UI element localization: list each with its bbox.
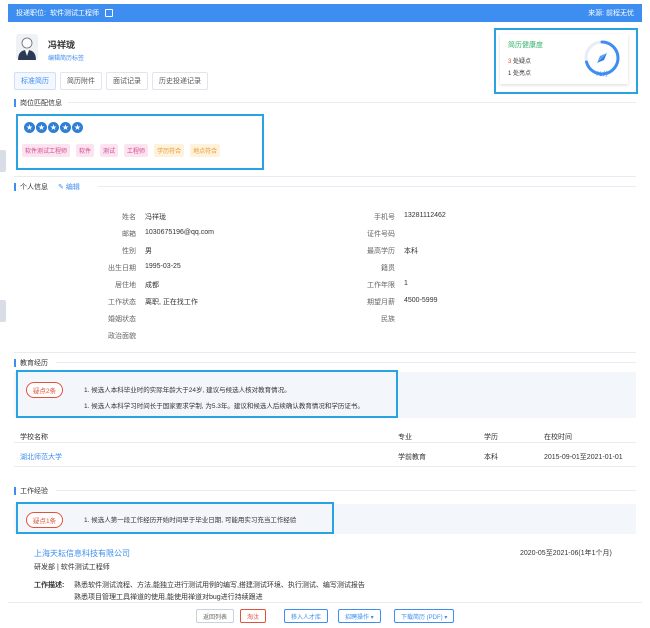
match-tags: 软件测试工程师 软件 测试 工程师 学历符合 地点符合 <box>22 144 221 157</box>
rating-stars: ★ ★ ★ ★ ★ <box>24 122 83 133</box>
health-panel: 简历健康度 3 处疑点 1 处亮点 71分 <box>494 28 638 94</box>
info-value: 成都 <box>145 282 159 289</box>
recruit-action-dropdown[interactable]: 招聘操作 ▾ <box>338 609 381 623</box>
star-icon: ★ <box>24 122 35 133</box>
source-label: 来源: 前程无忧 <box>588 10 634 17</box>
star-icon: ★ <box>72 122 83 133</box>
doubt-count: 3 处疑点 <box>508 59 532 65</box>
resume-tabs: 标准简历 简历附件 面试记录 历史投递记录 <box>14 72 208 90</box>
match-tag: 测试 <box>100 144 119 157</box>
info-label: 政治面貌 <box>108 333 136 340</box>
header-school: 学校名称 <box>20 434 48 441</box>
back-to-list-button[interactable]: 返回列表 <box>196 609 235 623</box>
degree-value: 本科 <box>484 454 498 461</box>
time-value: 2015-09-01至2021-01-01 <box>544 454 623 461</box>
info-value: 冯祥珑 <box>145 214 166 221</box>
personal-section-title: 个人信息 <box>14 182 48 192</box>
header-time: 在校时间 <box>544 434 572 441</box>
info-value: 1030675196@qq.com <box>145 229 214 236</box>
side-handle[interactable] <box>0 300 6 322</box>
info-value: 4500-5999 <box>404 297 438 304</box>
resume-page: 冯祥珑 编辑简历标签 标准简历 简历附件 面试记录 历史投递记录 简历健康度 3… <box>8 22 642 628</box>
company-link[interactable]: 上海天耘信息科技有限公司 <box>34 548 130 559</box>
health-title: 简历健康度 <box>508 42 543 49</box>
position-value: 软件测试工程师 <box>49 10 99 17</box>
work-doubt-1: 1. 候选人第一段工作经历开始时间早于毕业日期, 可能用实习充当工作经验 <box>84 517 297 524</box>
health-score: 71分 <box>596 70 609 78</box>
info-label: 籍贯 <box>381 265 395 272</box>
info-label: 出生日期 <box>108 265 136 272</box>
header-major: 专业 <box>398 434 412 441</box>
info-value: 离职, 正在找工作 <box>145 299 198 306</box>
tab-history[interactable]: 历史投递记录 <box>152 72 208 90</box>
edit-personal-button[interactable]: ✎ 编辑 <box>58 182 80 192</box>
work-period: 2020-05至2021-06(1年1个月) <box>520 550 612 557</box>
info-value: 1995-03-25 <box>145 263 181 270</box>
star-icon: ★ <box>60 122 71 133</box>
avatar <box>16 34 38 60</box>
info-value: 男 <box>145 248 152 255</box>
school-link[interactable]: 湖北师范大学 <box>20 452 62 462</box>
major-value: 学前教育 <box>398 454 426 461</box>
pencil-icon: ✎ <box>58 184 64 191</box>
match-box: ★ ★ ★ ★ ★ 软件测试工程师 软件 测试 工程师 学历符合 地点符合 <box>16 114 264 170</box>
bright-count: 1 处亮点 <box>508 71 532 77</box>
info-label: 工作状态 <box>108 299 136 306</box>
eliminate-button[interactable]: 淘汰 <box>240 609 267 623</box>
tab-interviews[interactable]: 面试记录 <box>106 72 148 90</box>
info-label: 最高学历 <box>367 248 395 255</box>
side-handle[interactable] <box>0 150 6 172</box>
education-doubt-2: 1. 候选人本科学习时间长于国家要求学制, 为5.3年。建议和候选人后续确认教育… <box>84 403 364 410</box>
position-label: 投递职位: <box>16 10 46 17</box>
info-label: 姓名 <box>122 214 136 221</box>
education-doubt-box: 疑点2条 1. 候选人本科毕业时的实际年龄大于24岁, 建议与候选人核对教育情况… <box>16 370 398 418</box>
tab-standard-resume[interactable]: 标准简历 <box>14 72 56 90</box>
header-degree: 学历 <box>484 434 498 441</box>
info-value: 本科 <box>404 248 418 255</box>
info-label: 证件号码 <box>367 231 395 238</box>
work-section-title: 工作经验 <box>14 486 48 496</box>
edit-icon[interactable] <box>104 9 113 17</box>
info-label: 婚姻状态 <box>108 316 136 323</box>
info-label: 居住地 <box>115 282 136 289</box>
top-bar: 投递职位: 软件测试工程师 来源: 前程无忧 <box>8 4 642 22</box>
education-doubt-pill: 疑点2条 <box>26 382 64 398</box>
match-section-title: 岗位匹配信息 <box>14 98 62 108</box>
edit-tags-link[interactable]: 编辑简历标签 <box>48 53 84 62</box>
info-value: 1 <box>404 280 408 287</box>
education-section-title: 教育经历 <box>14 358 48 368</box>
match-tag: 软件 <box>76 144 95 157</box>
work-desc-line: 熟悉项目管理工具禅道的使用,能使用禅道对bug进行持续跟进 <box>74 594 263 601</box>
info-label: 民族 <box>381 316 395 323</box>
tab-attachments[interactable]: 简历附件 <box>60 72 102 90</box>
star-icon: ★ <box>36 122 47 133</box>
work-desc-line: 熟悉软件测试流程、方法,能独立进行测试用例的编写,搭建测试环境、执行测试、编写测… <box>74 582 365 589</box>
info-value: 13281112462 <box>404 212 446 219</box>
match-tag: 工程师 <box>124 144 149 157</box>
match-tag: 软件测试工程师 <box>22 144 71 157</box>
info-label: 邮箱 <box>122 231 136 238</box>
education-doubt-1: 1. 候选人本科毕业时的实际年龄大于24岁, 建议与候选人核对教育情况。 <box>84 387 291 394</box>
work-role: 研发部 | 软件测试工程师 <box>34 564 110 571</box>
work-doubt-pill: 疑点1条 <box>26 512 64 528</box>
match-tag: 学历符合 <box>154 144 185 157</box>
health-gauge: 71分 <box>582 38 622 78</box>
candidate-name: 冯祥珑 <box>48 40 76 50</box>
info-label: 工作年限 <box>367 282 395 289</box>
info-label: 手机号 <box>374 214 395 221</box>
action-footer: 返回列表 淘汰 移入人才库 招聘操作 ▾ 下载简历 (PDF) ▾ <box>8 602 642 628</box>
work-desc-label: 工作描述: <box>34 582 65 589</box>
match-tag: 地点符合 <box>190 144 221 157</box>
info-label: 期望月薪 <box>367 299 395 306</box>
work-doubt-box: 疑点1条 1. 候选人第一段工作经历开始时间早于毕业日期, 可能用实习充当工作经… <box>16 502 334 534</box>
info-label: 性别 <box>122 248 136 255</box>
download-resume-dropdown[interactable]: 下载简历 (PDF) ▾ <box>394 609 455 623</box>
move-to-talent-pool-button[interactable]: 移入人才库 <box>284 609 329 623</box>
star-icon: ★ <box>48 122 59 133</box>
